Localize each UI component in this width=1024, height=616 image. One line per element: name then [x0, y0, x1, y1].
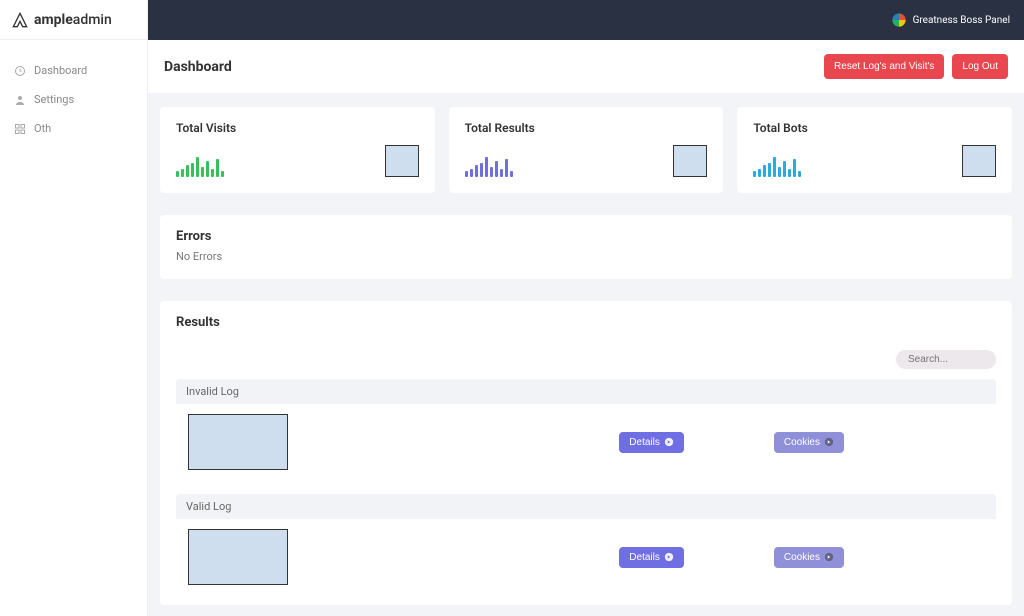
stat-value-placeholder	[673, 145, 707, 177]
content-area: Total Visits Total Results	[148, 93, 1024, 616]
user-icon	[14, 94, 26, 106]
chevron-circle-icon	[664, 437, 674, 447]
sidebar-item-label: Settings	[34, 93, 74, 106]
panel-badge[interactable]: Greatness Boss Panel	[891, 12, 1010, 28]
topbar: Greatness Boss Panel	[148, 0, 1024, 40]
header-actions: Reset Log's and Visit's Log Out	[824, 54, 1008, 79]
stat-card-visits: Total Visits	[160, 107, 435, 193]
sidebar-item-label: Dashboard	[34, 64, 87, 77]
logout-button[interactable]: Log Out	[952, 54, 1008, 79]
clock-icon	[14, 65, 26, 77]
stat-title: Total Results	[465, 121, 708, 135]
log-block-invalid: Invalid Log Details	[176, 379, 996, 484]
app-root: ampleadmin Dashboard Settings Oth	[0, 0, 1024, 616]
sidebar-item-oth[interactable]: Oth	[0, 114, 147, 143]
log-label: Invalid Log	[176, 379, 996, 404]
sidebar: ampleadmin Dashboard Settings Oth	[0, 0, 148, 616]
panel-label: Greatness Boss Panel	[913, 15, 1010, 26]
errors-title: Errors	[176, 229, 996, 244]
errors-card: Errors No Errors	[160, 215, 1012, 279]
sidebar-item-settings[interactable]: Settings	[0, 85, 147, 114]
sidebar-nav: Dashboard Settings Oth	[0, 40, 147, 159]
chevron-circle-icon	[664, 552, 674, 562]
brand-text: ampleadmin	[34, 12, 112, 28]
log-label: Valid Log	[176, 494, 996, 519]
search-input[interactable]	[896, 350, 996, 369]
log-block-valid: Valid Log Details Co	[176, 494, 996, 599]
sidebar-item-label: Oth	[34, 122, 51, 135]
sparkline-bots	[753, 153, 801, 177]
sparkline-visits	[176, 153, 224, 177]
log-thumbnail	[188, 529, 288, 585]
sidebar-item-dashboard[interactable]: Dashboard	[0, 56, 147, 85]
stat-value-placeholder	[385, 145, 419, 177]
stats-row: Total Visits Total Results	[160, 107, 1012, 193]
details-button[interactable]: Details	[619, 432, 684, 453]
grid-icon	[14, 123, 26, 135]
results-card: Results Invalid Log Details	[160, 301, 1012, 605]
stat-title: Total Bots	[753, 121, 996, 135]
panel-logo-icon	[891, 12, 907, 28]
main-column: Greatness Boss Panel Dashboard Reset Log…	[148, 0, 1024, 616]
stat-card-bots: Total Bots	[737, 107, 1012, 193]
brand-logo: ampleadmin	[0, 0, 147, 40]
sparkline-results	[465, 153, 513, 177]
chevron-circle-icon	[824, 552, 834, 562]
chevron-circle-icon	[824, 437, 834, 447]
stat-title: Total Visits	[176, 121, 419, 135]
brand-icon	[12, 12, 28, 28]
page-title: Dashboard	[164, 59, 232, 75]
page-header: Dashboard Reset Log's and Visit's Log Ou…	[148, 40, 1024, 93]
cookies-button[interactable]: Cookies	[774, 547, 844, 568]
details-button[interactable]: Details	[619, 547, 684, 568]
cookies-button[interactable]: Cookies	[774, 432, 844, 453]
stat-card-results: Total Results	[449, 107, 724, 193]
results-title: Results	[176, 315, 220, 330]
reset-button[interactable]: Reset Log's and Visit's	[824, 54, 944, 79]
errors-body: No Errors	[176, 250, 996, 263]
log-thumbnail	[188, 414, 288, 470]
stat-value-placeholder	[962, 145, 996, 177]
